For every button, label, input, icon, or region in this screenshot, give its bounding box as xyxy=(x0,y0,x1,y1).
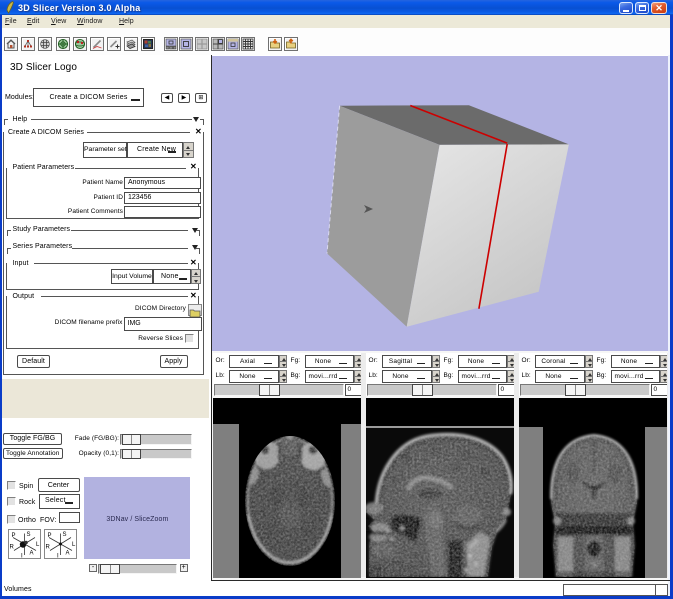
svg-text:A: A xyxy=(65,550,69,556)
svg-text:A: A xyxy=(29,550,33,556)
svg-text:S: S xyxy=(26,532,30,538)
svg-text:I: I xyxy=(57,553,59,558)
svg-text:L: L xyxy=(36,542,40,548)
svg-text:L: L xyxy=(72,542,76,548)
svg-text:P: P xyxy=(11,533,15,539)
svg-text:R: R xyxy=(9,544,14,550)
svg-text:P: P xyxy=(47,533,51,539)
svg-text:I: I xyxy=(21,553,23,558)
svg-text:S: S xyxy=(62,532,66,538)
svg-text:R: R xyxy=(45,544,50,550)
